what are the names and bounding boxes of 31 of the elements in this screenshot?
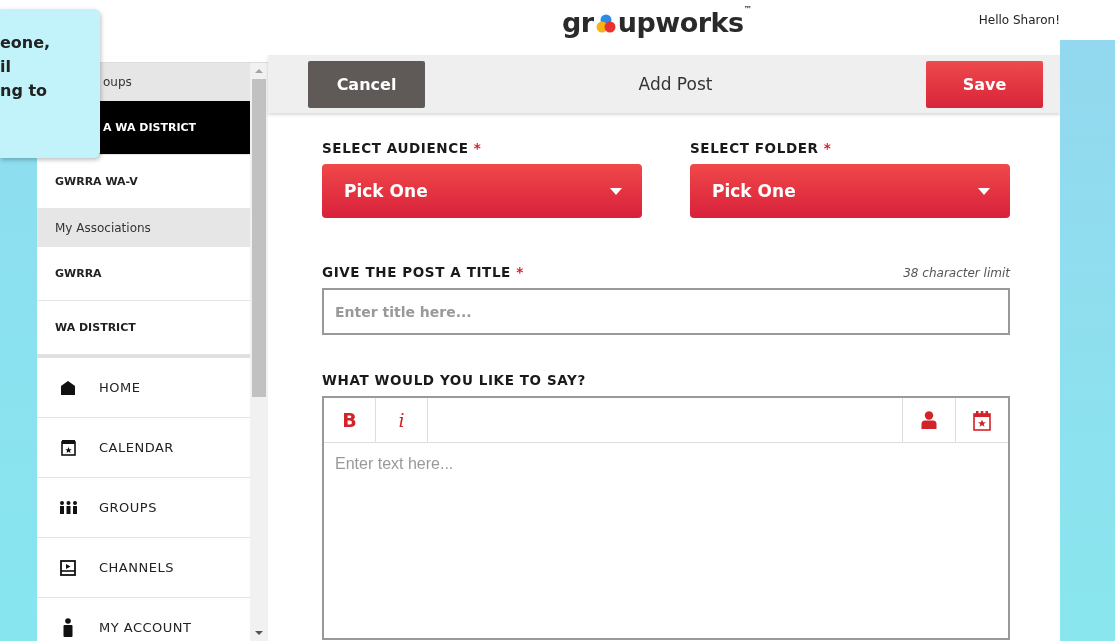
logo-text: upworks — [617, 8, 744, 38]
text-editor[interactable]: B i Enter text here... — [322, 396, 1010, 640]
nav-item[interactable]: HOME — [37, 358, 250, 417]
home-icon — [60, 380, 76, 395]
person-icon — [63, 618, 73, 637]
section-header: My Associations — [37, 209, 250, 247]
tooltip-text: eone, — [0, 32, 52, 54]
cancel-button[interactable]: Cancel — [308, 60, 425, 108]
dropdown[interactable]: Pick One — [322, 164, 642, 218]
caret-icon — [978, 187, 990, 195]
calendar-icon — [973, 409, 991, 431]
person-icon — [921, 411, 937, 429]
field-label: GIVE THE POST A TITLE * — [322, 264, 524, 280]
scrollbar[interactable] — [250, 63, 268, 641]
title-field[interactable]: Enter title here... — [322, 288, 1010, 335]
group-icon — [58, 501, 78, 514]
page-title: Add Post — [637, 74, 714, 94]
field-label: SELECT FOLDER * — [690, 140, 833, 156]
calendar-icon — [60, 439, 76, 456]
character-limit-hint: 38 character limit — [903, 266, 1010, 280]
tooltip-text: il — [0, 56, 12, 78]
field-label: WHAT WOULD YOU LIKE TO SAY? — [322, 372, 587, 388]
dropdown[interactable]: Pick One — [690, 164, 1010, 218]
field-label: SELECT AUDIENCE * — [322, 140, 483, 156]
save-button[interactable]: Save — [926, 60, 1043, 108]
greeting: Hello Sharon! — [978, 13, 1060, 27]
logo-text: gr — [562, 8, 594, 38]
caret-icon — [610, 187, 622, 195]
video-screen-icon — [60, 559, 76, 576]
trademark-sign: ™ — [743, 5, 752, 14]
logo-dots-icon — [594, 13, 617, 35]
